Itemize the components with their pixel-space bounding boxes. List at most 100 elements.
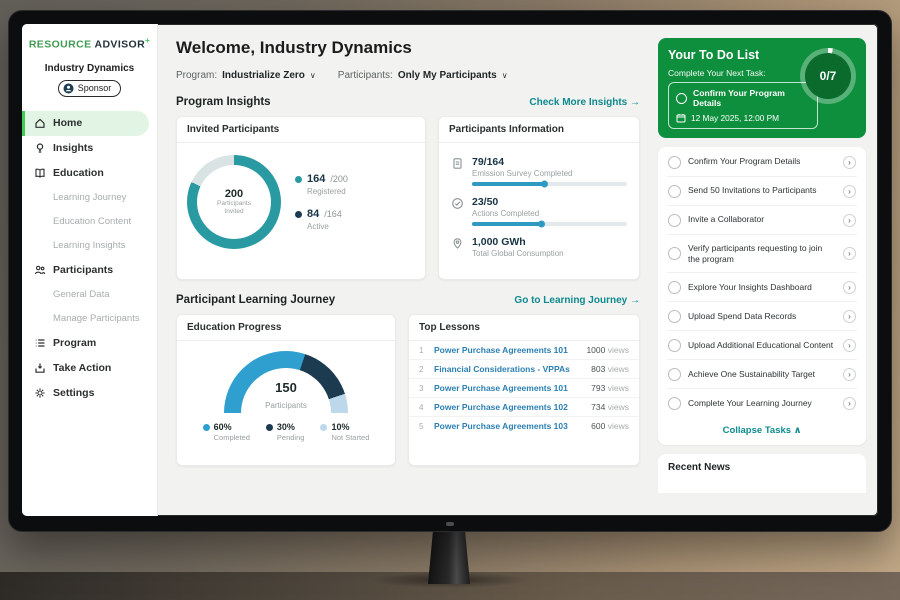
chevron-down-icon[interactable]: ∨ — [502, 71, 508, 80]
task-checkbox[interactable] — [668, 397, 681, 410]
donut-center: 200 Participants Invited — [197, 165, 271, 239]
donut-center-value: 200 — [225, 188, 243, 200]
check-more-insights-link[interactable]: Check More Insights → — [529, 97, 640, 108]
gear-icon — [34, 387, 46, 399]
brand-plus: + — [145, 36, 150, 45]
task-row[interactable]: Achieve One Sustainability Target › — [667, 360, 857, 389]
sidebar-item-manage-participants[interactable]: Manage Participants — [22, 307, 157, 331]
clipboard-icon — [451, 156, 464, 186]
chevron-right-icon[interactable]: › — [843, 310, 856, 323]
section-title: Participant Learning Journey — [176, 294, 335, 306]
task-row[interactable]: Verify participants requesting to join t… — [667, 235, 857, 273]
sidebar-item-learning-insights[interactable]: Learning Insights — [22, 234, 157, 258]
sidebar-item-program[interactable]: Program — [22, 331, 157, 356]
program-value[interactable]: Industrialize Zero — [222, 70, 305, 81]
info-row-actions: 23/50 Actions Completed — [451, 191, 627, 231]
task-checkbox[interactable] — [668, 247, 681, 260]
sidebar-item-take-action[interactable]: Take Action — [22, 356, 157, 381]
sidebar-item-learning-journey[interactable]: Learning Journey — [22, 186, 157, 210]
lesson-row: 1 Power Purchase Agreements 101 1000 vie… — [409, 341, 639, 360]
lesson-link[interactable]: Power Purchase Agreements 101 — [434, 383, 584, 393]
chevron-right-icon[interactable]: › — [843, 397, 856, 410]
task-checkbox[interactable] — [668, 310, 681, 323]
chevron-right-icon[interactable]: › — [843, 185, 856, 198]
legend-dot — [266, 424, 273, 431]
list-icon — [34, 337, 46, 349]
journey-cards: Education Progress 150 Participants — [176, 314, 640, 466]
chevron-down-icon[interactable]: ∨ — [310, 71, 316, 80]
dashboard-screen: RESOURCE ADVISOR+ Industry Dynamics Spon… — [22, 24, 878, 516]
lesson-row: 2 Financial Considerations - VPPAs 803 v… — [409, 360, 639, 379]
recent-news-card: Recent News — [658, 454, 866, 493]
lesson-row: 4 Power Purchase Agreements 102 734 view… — [409, 398, 639, 417]
task-row[interactable]: Complete Your Learning Journey › — [667, 389, 857, 417]
sidebar-item-label: Manage Participants — [53, 313, 140, 324]
info-row-emission-survey: 79/164 Emission Survey Completed — [451, 151, 627, 191]
task-row[interactable]: Upload Spend Data Records › — [667, 302, 857, 331]
todo-summary-card: Your To Do List Complete Your Next Task:… — [658, 38, 866, 138]
sponsor-label: Sponsor — [78, 83, 112, 93]
program-label: Program: — [176, 70, 217, 81]
task-checkbox[interactable] — [676, 93, 687, 104]
sidebar-item-settings[interactable]: Settings — [22, 381, 157, 406]
brand-primary: RESOURCE — [29, 39, 92, 51]
task-checkbox[interactable] — [668, 339, 681, 352]
sidebar-item-label: Program — [53, 337, 96, 349]
sidebar-nav: Home Insights Education Learning Journey… — [22, 111, 157, 406]
sidebar-item-insights[interactable]: Insights — [22, 136, 157, 161]
sidebar-item-label: Education Content — [53, 216, 131, 227]
lesson-link[interactable]: Power Purchase Agreements 101 — [434, 345, 579, 355]
task-checkbox[interactable] — [668, 214, 681, 227]
chevron-right-icon[interactable]: › — [843, 339, 856, 352]
task-checkbox[interactable] — [668, 281, 681, 294]
collapse-tasks-button[interactable]: Collapse Tasks ∧ — [667, 417, 857, 444]
sidebar-item-label: General Data — [53, 289, 110, 300]
go-to-learning-journey-link[interactable]: Go to Learning Journey → — [514, 295, 640, 306]
task-checkbox[interactable] — [668, 368, 681, 381]
task-checkbox[interactable] — [668, 156, 681, 169]
sidebar-item-education-content[interactable]: Education Content — [22, 210, 157, 234]
lesson-row: 3 Power Purchase Agreements 101 793 view… — [409, 379, 639, 398]
sidebar-item-label: Home — [53, 117, 82, 129]
app-logo: RESOURCE ADVISOR+ — [22, 36, 157, 51]
card-title: Invited Participants — [177, 117, 425, 143]
brand-secondary: ADVISOR — [94, 39, 145, 51]
sidebar-item-participants[interactable]: Participants — [22, 258, 157, 283]
legend-item-active: 84 /164 Active — [295, 208, 348, 231]
chevron-right-icon[interactable]: › — [843, 281, 856, 294]
task-checkbox[interactable] — [668, 185, 681, 198]
task-row[interactable]: Upload Additional Educational Content › — [667, 331, 857, 360]
info-row-consumption: 1,000 GWh Total Global Consumption — [451, 231, 627, 263]
participants-selector[interactable]: Participants: Only My Participants ∨ — [338, 70, 508, 81]
sidebar-item-home[interactable]: Home — [22, 111, 149, 136]
task-row[interactable]: Explore Your Insights Dashboard › — [667, 273, 857, 302]
lesson-link[interactable]: Power Purchase Agreements 103 — [434, 421, 584, 431]
legend-item-not-started: 10% Not Started — [320, 422, 369, 442]
next-task-row[interactable]: Confirm Your Program Details — [676, 88, 810, 108]
task-row[interactable]: Confirm Your Program Details › — [667, 148, 857, 177]
program-selector[interactable]: Program: Industrialize Zero ∨ — [176, 70, 316, 81]
chevron-right-icon[interactable]: › — [843, 368, 856, 381]
chevron-up-icon: ∧ — [794, 425, 802, 436]
org-name: Industry Dynamics — [22, 63, 157, 74]
chevron-right-icon[interactable]: › — [843, 214, 856, 227]
lesson-link[interactable]: Power Purchase Agreements 102 — [434, 402, 584, 412]
arrow-right-icon: → — [630, 97, 640, 108]
card-title: Top Lessons — [409, 315, 639, 341]
task-row[interactable]: Invite a Collaborator › — [667, 206, 857, 235]
task-row[interactable]: Send 50 Invitations to Participants › — [667, 177, 857, 206]
learning-journey-header: Participant Learning Journey Go to Learn… — [176, 294, 640, 306]
participants-value[interactable]: Only My Participants — [398, 70, 497, 81]
sponsor-icon — [63, 83, 74, 94]
lesson-link[interactable]: Financial Considerations - VPPAs — [434, 364, 584, 374]
people-icon — [34, 264, 46, 276]
invited-donut-chart: 200 Participants Invited — [187, 155, 281, 249]
chevron-right-icon[interactable]: › — [843, 247, 856, 260]
chevron-right-icon[interactable]: › — [843, 156, 856, 169]
sponsor-badge[interactable]: Sponsor — [58, 80, 122, 97]
legend-item-completed: 60% Completed — [203, 422, 250, 442]
sidebar-item-education[interactable]: Education — [22, 161, 157, 186]
sidebar-item-general-data[interactable]: General Data — [22, 283, 157, 307]
progress-bar — [472, 182, 627, 186]
sidebar-item-label: Settings — [53, 387, 94, 399]
